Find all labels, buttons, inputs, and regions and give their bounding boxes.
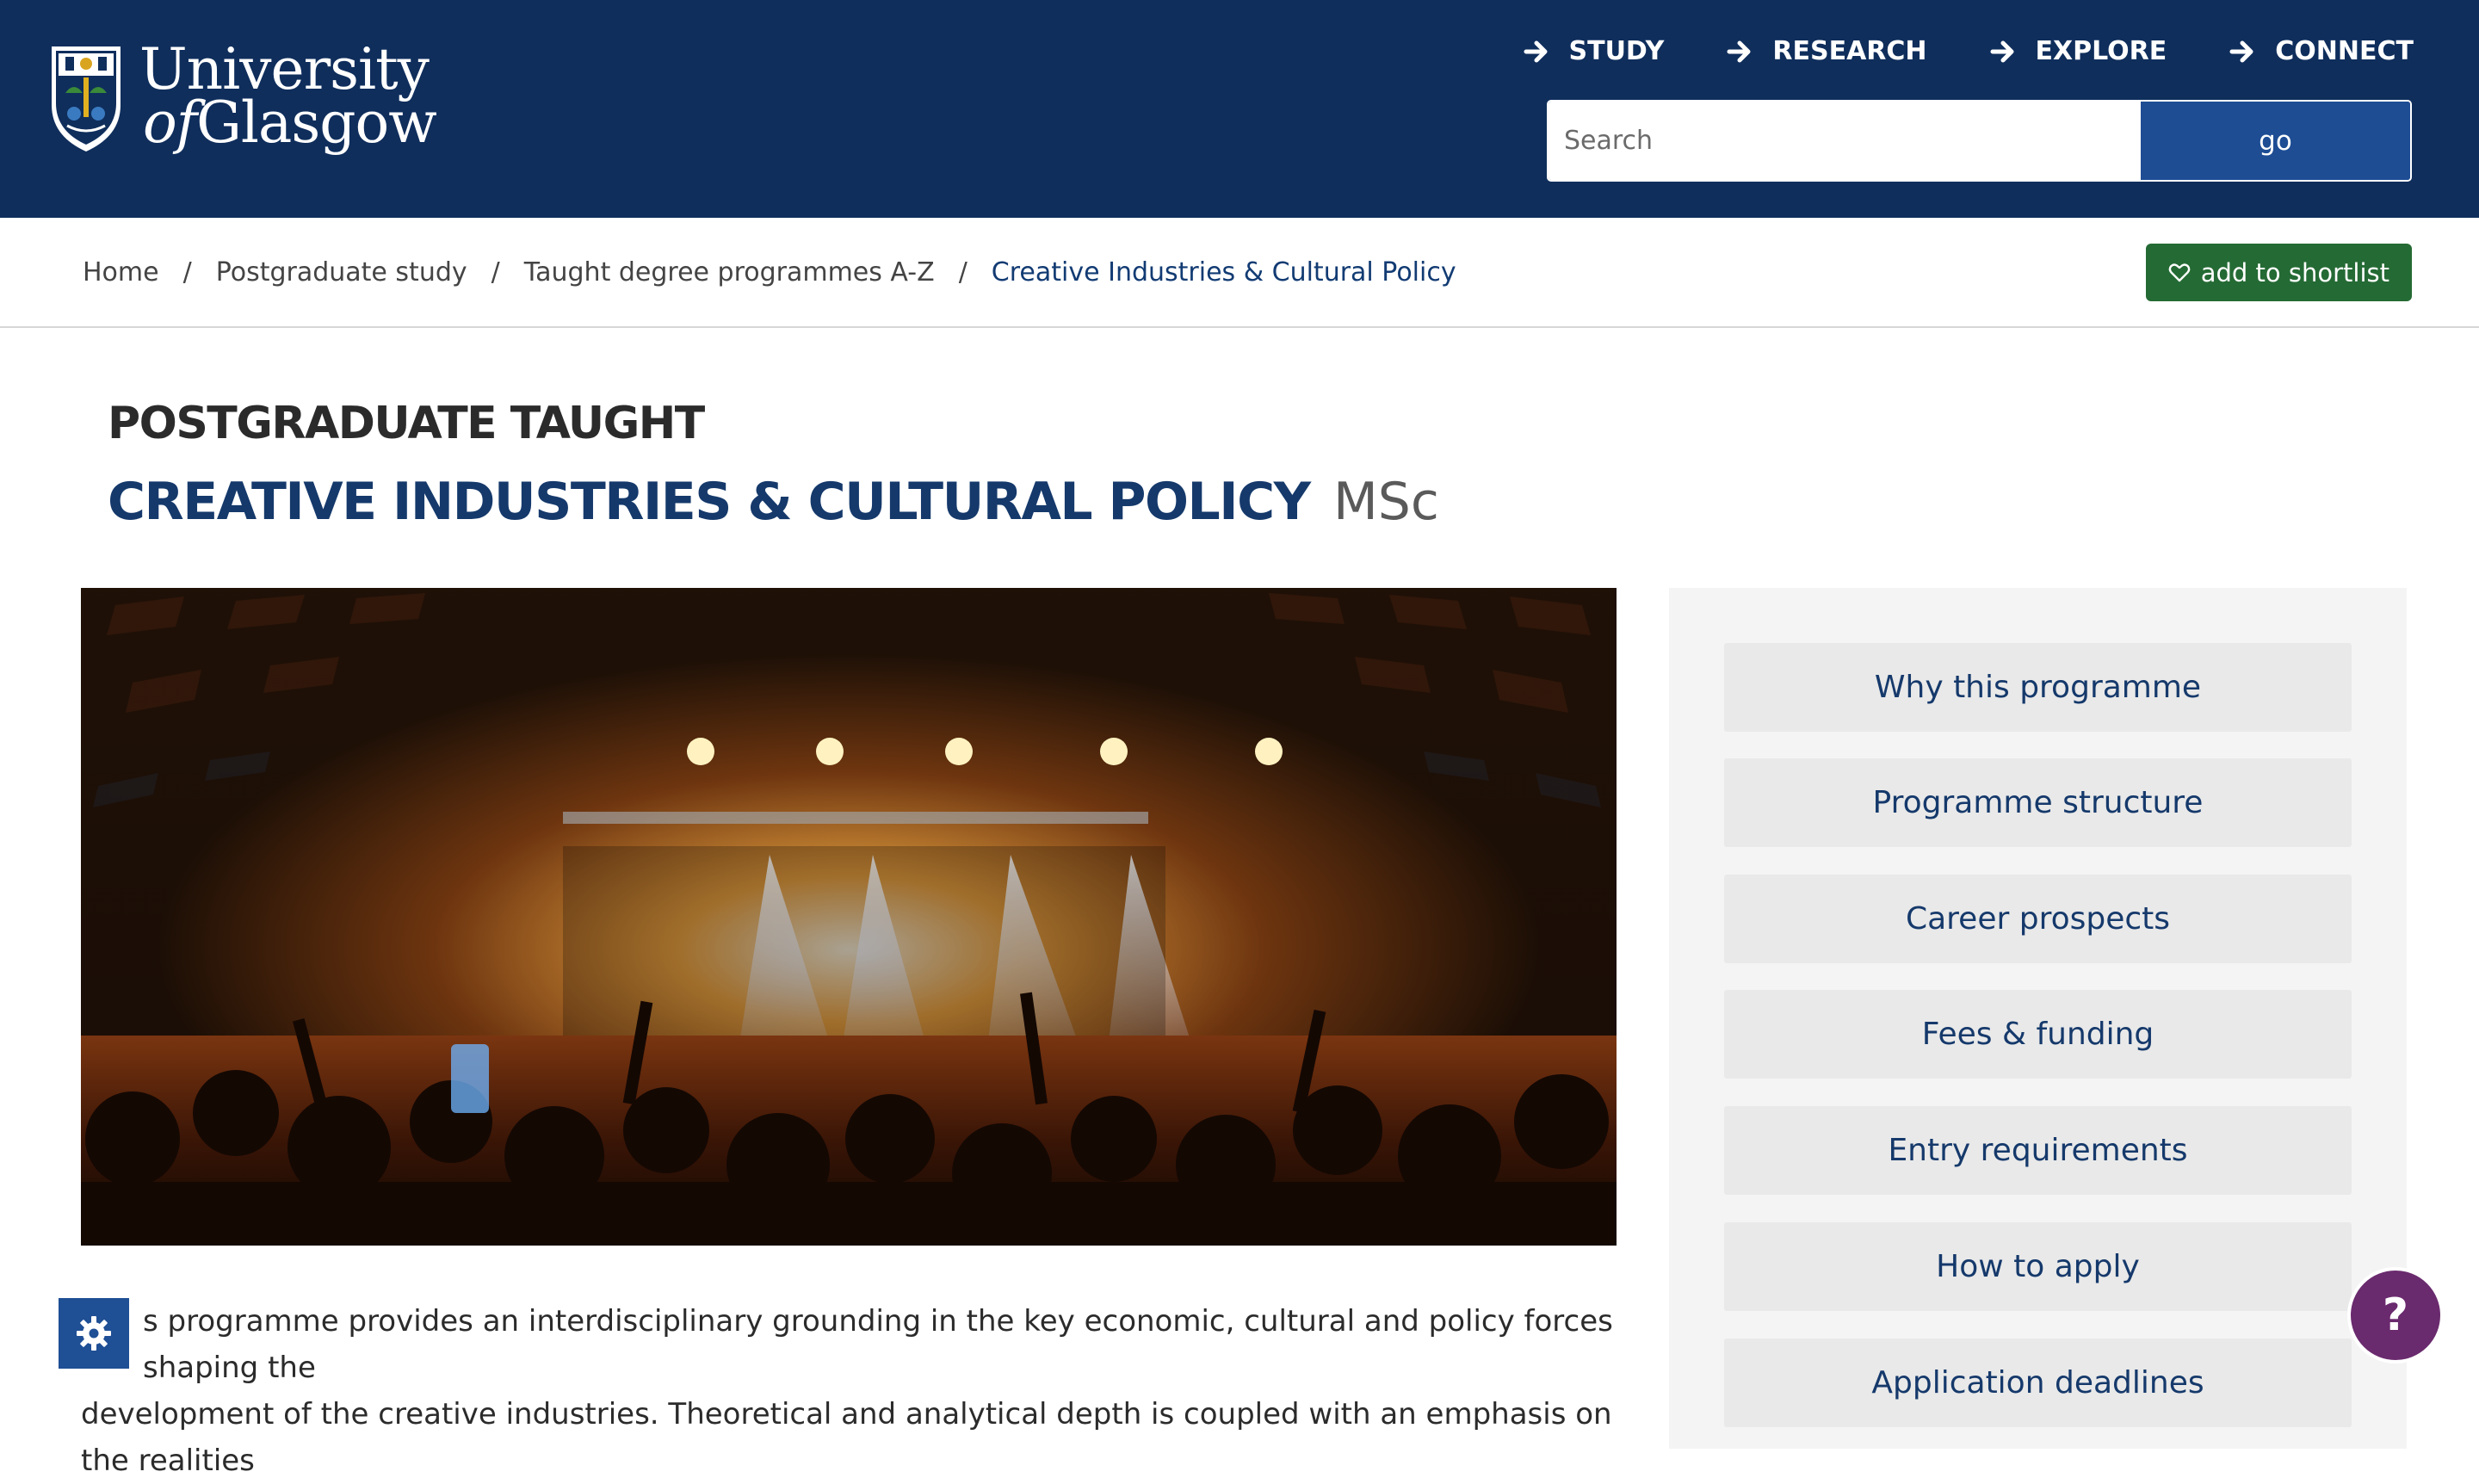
add-to-shortlist-button[interactable]: add to shortlist [2145, 244, 2412, 301]
nav-research[interactable]: RESEARCH [1726, 36, 1927, 66]
arrow-right-icon [1727, 40, 1751, 62]
hero-image [81, 588, 1617, 1246]
intro-line-2: development of the creative industries. … [81, 1397, 1612, 1478]
intro-line-1: s programme provides an interdisciplinar… [143, 1304, 1613, 1385]
arrow-right-icon [1524, 40, 1547, 62]
accessibility-settings-button[interactable] [59, 1298, 129, 1369]
page-title: CREATIVE INDUSTRIES & CULTURAL POLICY MS… [108, 472, 1439, 532]
sidebar-item-fees-funding[interactable]: Fees & funding [1724, 990, 2352, 1079]
arrow-right-icon [1990, 40, 2014, 62]
nav-explore-label: EXPLORE [2035, 36, 2167, 66]
logo-line2: Glasgow [196, 90, 437, 156]
nav-research-label: RESEARCH [1772, 36, 1927, 66]
programme-level: POSTGRADUATE TAUGHT [108, 398, 705, 449]
programme-sidebar-nav: Why this programme Programme structure C… [1669, 588, 2407, 1449]
programme-title: CREATIVE INDUSTRIES & CULTURAL POLICY [108, 472, 1311, 532]
breadcrumb: Home / Postgraduate study / Taught degre… [83, 218, 1456, 326]
heart-icon [2168, 263, 2191, 281]
nav-explore[interactable]: EXPLORE [1989, 36, 2167, 66]
nav-connect-label: CONNECT [2275, 36, 2414, 66]
sidebar-item-application-deadlines[interactable]: Application deadlines [1724, 1339, 2352, 1427]
concert-photo [81, 588, 1617, 1246]
logo-of: of [143, 90, 197, 156]
add-to-shortlist-label: add to shortlist [2200, 257, 2389, 288]
gear-icon [77, 1316, 111, 1351]
award-type: MSc [1332, 472, 1439, 532]
sidebar-item-career-prospects[interactable]: Career prospects [1724, 875, 2352, 963]
search-input[interactable] [1549, 102, 2141, 180]
university-crest-icon [52, 46, 121, 151]
logo-line1: University [139, 36, 430, 102]
arrow-right-icon [2229, 40, 2253, 62]
site-header: University ofGlasgow STUDY RESEARCH EXPL… [0, 0, 2479, 218]
nav-study-label: STUDY [1568, 36, 1665, 66]
sidebar-item-programme-structure[interactable]: Programme structure [1724, 758, 2352, 847]
top-navigation: STUDY RESEARCH EXPLORE CONNECT [1523, 36, 2414, 66]
nav-connect[interactable]: CONNECT [2229, 36, 2414, 66]
university-logo[interactable]: University ofGlasgow [48, 36, 437, 157]
breadcrumb-separator: / [958, 257, 967, 288]
breadcrumb-separator: / [491, 257, 500, 288]
breadcrumb-current-page[interactable]: Creative Industries & Cultural Policy [992, 257, 1456, 288]
programme-intro: s programme provides an interdisciplinar… [81, 1298, 1622, 1484]
search-go-button[interactable]: go [2141, 102, 2410, 180]
breadcrumb-bar: Home / Postgraduate study / Taught degre… [0, 218, 2479, 328]
sidebar-item-why-this-programme[interactable]: Why this programme [1724, 643, 2352, 732]
sidebar-item-entry-requirements[interactable]: Entry requirements [1724, 1106, 2352, 1195]
help-icon: ? [2382, 1289, 2409, 1341]
breadcrumb-separator: / [182, 257, 192, 288]
breadcrumb-home[interactable]: Home [83, 257, 159, 288]
nav-study[interactable]: STUDY [1523, 36, 1665, 66]
breadcrumb-taught-degrees[interactable]: Taught degree programmes A-Z [524, 257, 935, 288]
help-button[interactable]: ? [2347, 1267, 2444, 1363]
sidebar-item-how-to-apply[interactable]: How to apply [1724, 1222, 2352, 1311]
logo-wordmark: University ofGlasgow [139, 36, 437, 151]
search-bar: go [1547, 100, 2412, 182]
breadcrumb-postgraduate-study[interactable]: Postgraduate study [216, 257, 467, 288]
